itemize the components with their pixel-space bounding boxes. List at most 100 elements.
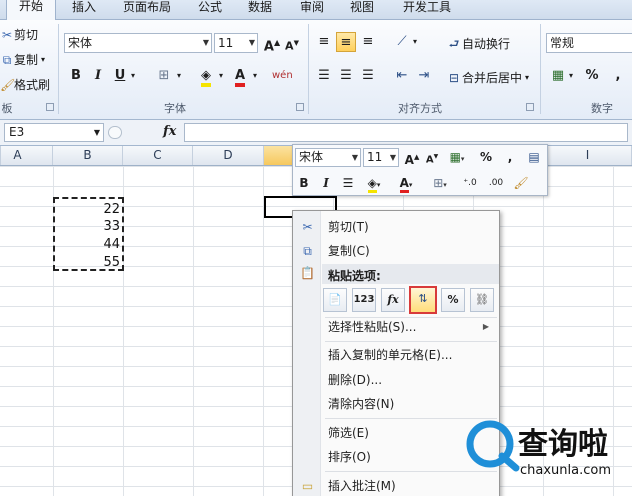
- underline-button[interactable]: U: [110, 66, 130, 86]
- menu-item-sort-label: 排序(O): [328, 450, 371, 464]
- mini-comma-style-button[interactable]: ,: [501, 147, 519, 167]
- align-bottom-button[interactable]: ≡: [358, 32, 378, 52]
- formula-bar-splitter[interactable]: [108, 126, 122, 139]
- increase-indent-button[interactable]: ⇥: [414, 66, 434, 86]
- align-right-button[interactable]: ☰: [358, 66, 378, 86]
- mini-bold-button[interactable]: B: [295, 173, 313, 193]
- mini-shrink-font-button[interactable]: A▼: [423, 147, 441, 167]
- tab-data[interactable]: 数据: [238, 0, 282, 20]
- align-center-button[interactable]: ☰: [336, 66, 356, 86]
- paste-option-formatting[interactable]: %: [441, 288, 465, 312]
- phonetic-button[interactable]: wén: [272, 66, 293, 86]
- menu-item-cut-label: 剪切(T): [328, 220, 369, 234]
- insert-function-button[interactable]: fx: [163, 124, 176, 139]
- watermark-brand: 查询啦: [518, 427, 608, 462]
- alignment-launcher-icon[interactable]: [526, 103, 534, 111]
- menu-item-delete[interactable]: 删除(D)...: [293, 369, 499, 391]
- bold-button[interactable]: B: [66, 66, 86, 86]
- menu-item-copy[interactable]: ⧉ 复制(C): [293, 240, 499, 262]
- font-launcher-icon[interactable]: [296, 103, 304, 111]
- font-size-combo[interactable]: 11 ▼: [214, 33, 258, 53]
- format-painter-button[interactable]: 🖌 格式刷: [0, 76, 50, 93]
- column-header-d[interactable]: D: [193, 146, 264, 165]
- clipboard-launcher-icon[interactable]: [46, 103, 54, 111]
- mini-font-name-combo[interactable]: 宋体 ▼: [295, 148, 361, 167]
- menu-item-copy-label: 复制(C): [328, 244, 370, 258]
- accounting-format-button[interactable]: ▦: [548, 66, 568, 86]
- mini-font-size-combo[interactable]: 11 ▼: [363, 148, 399, 167]
- paste-option-link[interactable]: ⛓: [470, 288, 494, 312]
- clipboard-group-label: 板: [1, 102, 13, 115]
- accounting-format-dropdown[interactable]: ▾: [566, 66, 576, 86]
- mini-increase-decimal-button[interactable]: ⁺.0: [459, 173, 481, 193]
- number-format-combo[interactable]: 常规: [546, 33, 632, 53]
- copy-label: 复制: [14, 53, 39, 67]
- merge-center-button[interactable]: ⊟ 合并后居中 ▾: [446, 69, 532, 86]
- column-header-c[interactable]: C: [123, 146, 193, 165]
- grow-font-button[interactable]: A▲: [262, 33, 282, 54]
- paste-option-values[interactable]: 123: [352, 288, 376, 312]
- name-box[interactable]: E3 ▼: [4, 123, 104, 142]
- align-left-button[interactable]: ☰: [314, 66, 334, 86]
- number-format-value: 常规: [550, 36, 575, 50]
- paste-option-transpose[interactable]: ⇅: [409, 286, 437, 314]
- mini-percent-style-button[interactable]: %: [477, 147, 495, 167]
- tab-developer[interactable]: 开发工具: [392, 0, 462, 20]
- chevron-down-icon: ▼: [351, 153, 358, 162]
- borders-button[interactable]: ⊞: [154, 66, 174, 86]
- mini-borders-button[interactable]: ⊞▾: [427, 173, 453, 193]
- mini-font-color-button[interactable]: A▾: [393, 173, 419, 193]
- mini-format-painter-icon[interactable]: 🖌: [511, 173, 531, 193]
- borders-dropdown[interactable]: ▾: [174, 66, 184, 86]
- menu-item-insert-copied-cells-label: 插入复制的单元格(E)...: [328, 348, 453, 362]
- column-header-i[interactable]: I: [544, 146, 632, 165]
- paintbrush-icon: 🖌: [0, 77, 16, 92]
- italic-button[interactable]: I: [88, 66, 108, 86]
- copy-button[interactable]: ⧉ 复制 ▾: [0, 51, 48, 68]
- mini-grow-font-button[interactable]: A▲: [403, 147, 421, 167]
- menu-item-insert-copied-cells[interactable]: 插入复制的单元格(E)...: [293, 344, 499, 366]
- font-color-button[interactable]: A: [230, 66, 250, 87]
- tab-formulas[interactable]: 公式: [188, 0, 232, 20]
- chevron-down-icon: ▾: [525, 72, 530, 82]
- formula-input[interactable]: [184, 123, 628, 142]
- font-color-dropdown[interactable]: ▾: [250, 66, 260, 86]
- column-header-b[interactable]: B: [53, 146, 123, 165]
- mini-decrease-decimal-button[interactable]: .00: [485, 173, 507, 193]
- paste-option-formulas[interactable]: fx: [381, 288, 405, 312]
- mini-fill-color-button[interactable]: ◈▾: [361, 173, 387, 193]
- percent-style-button[interactable]: %: [582, 66, 602, 86]
- cut-label: 剪切: [14, 28, 39, 42]
- paste-option-paste[interactable]: 📄: [323, 288, 347, 312]
- column-header-a[interactable]: A: [0, 146, 53, 165]
- fill-color-dropdown[interactable]: ▾: [216, 66, 226, 86]
- orientation-dropdown[interactable]: ▾: [410, 32, 420, 52]
- fill-color-button[interactable]: ◈: [196, 66, 216, 87]
- ribbon-home: ✂ 剪切 ⧉ 复制 ▾ 🖌 格式刷 板 宋体 ▼ 11 ▼ A▲ A▼ B I …: [0, 20, 632, 120]
- number-group-label: 数字: [591, 102, 613, 115]
- underline-dropdown[interactable]: ▾: [128, 66, 138, 86]
- decrease-indent-button[interactable]: ⇤: [392, 66, 412, 86]
- menu-item-cut[interactable]: ✂ 剪切(T): [293, 216, 499, 238]
- align-top-button[interactable]: ≡: [314, 32, 334, 52]
- shrink-font-button[interactable]: A▼: [282, 33, 302, 53]
- font-name-combo[interactable]: 宋体 ▼: [64, 33, 212, 53]
- comma-style-button[interactable]: ,: [608, 66, 628, 86]
- tab-page-layout[interactable]: 页面布局: [112, 0, 182, 20]
- ribbon-tab-bar: 开始 插入 页面布局 公式 数据 审阅 视图 开发工具: [0, 0, 632, 20]
- watermark-url: chaxunla.com: [520, 463, 611, 478]
- wrap-text-button[interactable]: ⮐ 自动换行: [446, 35, 510, 52]
- mini-italic-button[interactable]: I: [317, 173, 335, 193]
- tab-view[interactable]: 视图: [340, 0, 384, 20]
- mini-accounting-format-button[interactable]: ▦▾: [445, 147, 469, 167]
- tab-insert[interactable]: 插入: [62, 0, 106, 20]
- tab-home[interactable]: 开始: [6, 0, 56, 20]
- align-middle-button[interactable]: ≡: [336, 32, 356, 52]
- orientation-button[interactable]: ⟋: [392, 32, 412, 52]
- menu-item-paste-special[interactable]: 选择性粘贴(S)... ▶: [293, 316, 499, 338]
- chevron-down-icon: ▾: [41, 54, 46, 64]
- mini-format-cells-icon[interactable]: ▤: [525, 147, 543, 167]
- cut-button[interactable]: ✂ 剪切: [0, 26, 38, 43]
- tab-review[interactable]: 审阅: [290, 0, 334, 20]
- mini-center-button[interactable]: ☰: [339, 173, 357, 193]
